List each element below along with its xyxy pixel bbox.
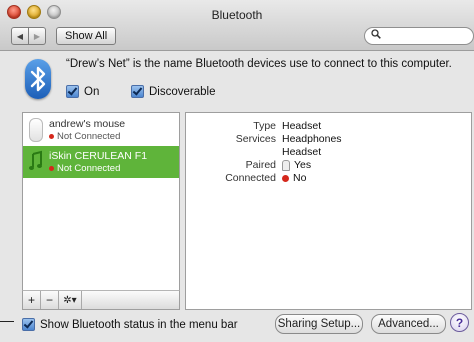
bluetooth-logo-icon — [25, 59, 51, 99]
title-bar: Bluetooth ◀ ▶ Show All — [0, 0, 474, 51]
discoverable-label: Discoverable — [149, 85, 216, 98]
on-checkbox-box[interactable] — [66, 85, 79, 98]
device-name: andrew's mouse — [49, 118, 126, 130]
search-field[interactable] — [364, 27, 474, 45]
discoverable-checkbox-box[interactable] — [131, 85, 144, 98]
device-name: iSkin CERULEAN F1 — [49, 150, 148, 162]
forward-icon: ▶ — [33, 31, 41, 41]
detail-label: Services — [235, 133, 276, 145]
sharing-setup-button[interactable]: Sharing Setup... — [275, 314, 363, 334]
detail-value: Headphones — [282, 133, 342, 145]
detail-label: Paired — [245, 159, 276, 171]
bluetooth-prefs-window: Bluetooth ◀ ▶ Show All “Drew’s Net” is t… — [0, 0, 474, 342]
window-edge-line — [0, 321, 14, 322]
disconnected-icon — [282, 174, 289, 182]
device-list[interactable]: andrew's mouse Not Connected iSkin CERUL… — [22, 112, 180, 309]
device-details-panel: Type Headset Services Headphones Headset… — [185, 112, 472, 310]
help-button[interactable]: ? — [450, 313, 469, 332]
menu-bar-status-checkbox-box[interactable] — [22, 318, 35, 331]
connected-value: No — [293, 172, 307, 184]
back-icon: ◀ — [16, 31, 24, 41]
detail-value: No — [282, 172, 306, 184]
device-row-iskin-cerulean[interactable]: iSkin CERULEAN F1 Not Connected — [23, 146, 179, 178]
paired-value: Yes — [294, 159, 312, 171]
device-row-andrews-mouse[interactable]: andrew's mouse Not Connected — [23, 114, 179, 146]
advanced-button[interactable]: Advanced... — [371, 314, 446, 334]
gear-menu-button[interactable]: ✲▾ — [59, 291, 82, 309]
show-all-button[interactable]: Show All — [56, 27, 117, 45]
menu-bar-status-label: Show Bluetooth status in the menu bar — [40, 318, 238, 331]
headset-music-icon — [29, 150, 42, 172]
history-nav: ◀ ▶ — [11, 27, 46, 45]
detail-label: Type — [253, 120, 276, 132]
on-label: On — [84, 85, 100, 98]
discoverable-checkbox[interactable]: Discoverable — [131, 85, 215, 98]
mouse-icon — [29, 118, 43, 142]
detail-value: Headset — [282, 120, 322, 132]
device-status-text: Not Connected — [57, 163, 121, 174]
window-title: Bluetooth — [211, 8, 263, 22]
detail-value: Yes — [282, 159, 311, 171]
menu-bar-status-checkbox[interactable]: Show Bluetooth status in the menu bar — [22, 318, 238, 331]
key-icon — [282, 159, 290, 171]
device-status-text: Not Connected — [57, 131, 121, 142]
back-button[interactable]: ◀ — [11, 27, 29, 45]
on-checkbox[interactable]: On — [66, 85, 99, 98]
device-list-toolbar: + − ✲▾ — [22, 290, 180, 310]
device-status: Not Connected — [49, 131, 120, 142]
computer-name-info: “Drew’s Net” is the name Bluetooth devic… — [66, 58, 452, 70]
device-status: Not Connected — [49, 163, 120, 174]
add-device-button[interactable]: + — [23, 291, 41, 309]
search-icon — [371, 29, 381, 42]
remove-device-button[interactable]: − — [41, 291, 59, 309]
detail-value: Headset — [282, 146, 322, 158]
status-dot-icon — [49, 133, 54, 139]
detail-label: Connected — [225, 172, 276, 184]
forward-button[interactable]: ▶ — [29, 27, 46, 45]
status-dot-icon — [49, 165, 54, 171]
